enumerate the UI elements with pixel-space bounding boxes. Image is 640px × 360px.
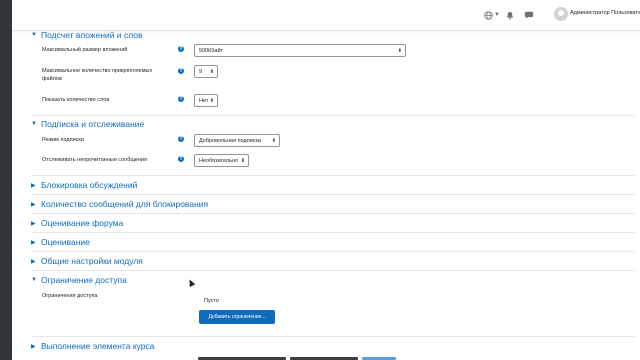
section-restrict-access-header[interactable]: ▼ Ограничение доступа — [31, 274, 127, 286]
max-files-label: Максимальное количество прикрепляемых фа… — [42, 68, 153, 82]
chevron-right-icon: ▶ — [31, 182, 36, 189]
chevron-right-icon: ▶ — [31, 239, 36, 246]
help-icon[interactable]: ? — [178, 156, 184, 162]
help-icon[interactable]: ? — [178, 96, 184, 102]
help-icon[interactable]: ? — [178, 46, 184, 52]
top-navbar: ▼ Администратор Пользователь — [12, 0, 640, 31]
select-value: Необязательно — [199, 158, 239, 164]
track-unread-select[interactable]: Необязательно ⬍ — [194, 154, 249, 167]
chevron-right-icon: ▶ — [31, 201, 36, 208]
select-arrows-icon: ⬍ — [271, 138, 276, 144]
section-title: Подписка и отслеживание — [41, 119, 145, 129]
restrictions-empty-text: Пусто — [204, 298, 219, 304]
divider — [31, 175, 635, 176]
notifications-button[interactable] — [506, 8, 514, 22]
section-discussion-lock-header[interactable]: ▶ Блокировка обсуждений — [31, 179, 137, 191]
max-attachment-size-select[interactable]: 500Кбайт ⬍ — [194, 44, 406, 57]
select-value: 9 — [199, 69, 203, 75]
section-title: Блокировка обсуждений — [41, 180, 138, 190]
section-post-threshold-header[interactable]: ▶ Количество сообщений для блокирования — [31, 198, 208, 210]
show-word-count-label: Показать количество слов — [42, 97, 110, 103]
select-value: 500Кбайт — [199, 48, 224, 54]
chat-icon — [524, 11, 534, 19]
user-name[interactable]: Администратор Пользователь — [570, 10, 640, 16]
access-restrictions-label: Ограничения доступа — [42, 293, 98, 299]
divider — [31, 251, 635, 252]
select-arrows-icon: ⬍ — [209, 69, 214, 75]
section-title: Оценивание форума — [41, 218, 124, 228]
subscription-mode-label: Режим подписки — [42, 137, 84, 143]
section-ratings-header[interactable]: ▶ Оценивание — [31, 236, 90, 248]
subscription-mode-select[interactable]: Добровольная подписка ⬍ — [194, 134, 280, 147]
section-attachments-header[interactable]: ▼ Подсчет вложений и слов — [31, 29, 143, 41]
max-attachment-size-label: Максимальный размер вложений — [42, 47, 128, 53]
section-completion-header[interactable]: ▶ Выполнение элемента курса — [31, 340, 155, 352]
add-restriction-button[interactable]: Добавить ограничение... — [199, 310, 275, 324]
mouse-cursor — [186, 278, 196, 287]
chevron-down-icon: ▼ — [31, 121, 37, 127]
divider — [31, 194, 635, 195]
bell-icon — [506, 11, 514, 19]
chevron-down-icon: ▼ — [31, 277, 37, 283]
max-files-select[interactable]: 9 ⬍ — [194, 65, 218, 78]
divider — [31, 213, 635, 214]
section-subscription-header[interactable]: ▼ Подписка и отслеживание — [31, 118, 144, 130]
section-title: Подсчет вложений и слов — [41, 30, 143, 40]
left-drawer-bar — [0, 0, 12, 360]
select-arrows-icon: ⬍ — [397, 48, 402, 54]
divider — [31, 270, 635, 271]
chevron-right-icon: ▶ — [31, 258, 36, 265]
select-arrows-icon: ⬍ — [209, 98, 214, 104]
track-unread-label: Отслеживать непрочитанные сообщения — [42, 157, 147, 163]
section-forum-grading-header[interactable]: ▶ Оценивание форума — [31, 217, 123, 229]
section-title: Количество сообщений для блокирования — [41, 199, 209, 209]
chevron-right-icon: ▶ — [31, 343, 36, 350]
select-arrows-icon: ⬍ — [240, 158, 245, 164]
section-title: Общие настройки модуля — [41, 256, 143, 266]
section-title: Ограничение доступа — [41, 275, 127, 285]
avatar[interactable] — [554, 7, 568, 21]
divider — [31, 232, 635, 233]
section-module-settings-header[interactable]: ▶ Общие настройки модуля — [31, 255, 143, 267]
globe-icon — [484, 10, 493, 20]
messages-button[interactable] — [524, 8, 534, 22]
chevron-down-icon: ▼ — [31, 32, 37, 38]
section-title: Оценивание — [41, 237, 90, 247]
section-title: Выполнение элемента курса — [41, 341, 155, 351]
help-icon[interactable]: ? — [178, 136, 184, 142]
chevron-down-icon: ▼ — [494, 12, 500, 18]
select-value: Нет — [199, 98, 209, 104]
show-word-count-select[interactable]: Нет ⬍ — [194, 94, 218, 107]
language-menu[interactable]: ▼ — [484, 8, 500, 22]
help-icon[interactable]: ? — [178, 68, 184, 74]
divider — [31, 336, 635, 337]
divider — [31, 115, 635, 116]
chevron-right-icon: ▶ — [31, 220, 36, 227]
select-value: Добровольная подписка — [199, 138, 262, 144]
